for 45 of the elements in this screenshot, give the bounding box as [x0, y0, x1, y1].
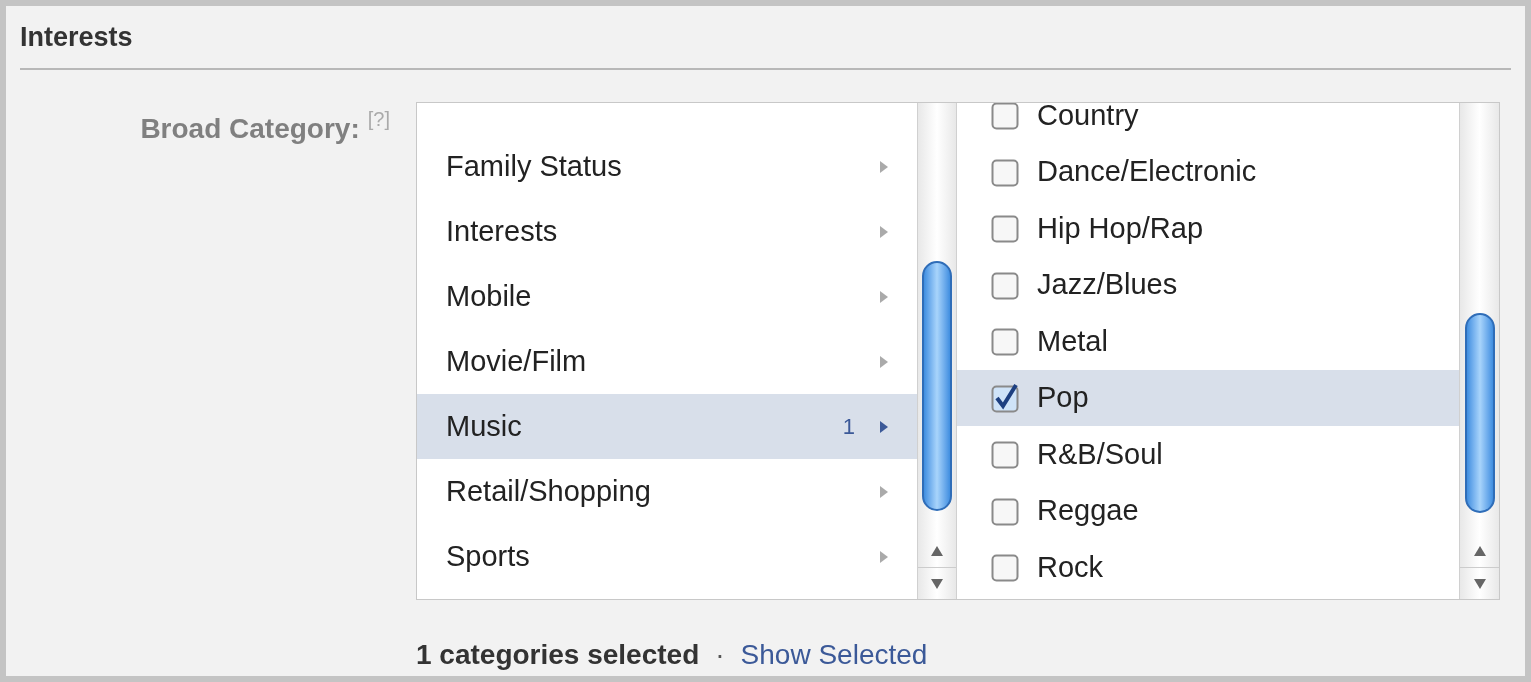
- separator: ·: [715, 638, 725, 672]
- subcategory-label: Jazz/Blues: [1037, 267, 1178, 302]
- checkbox[interactable]: [991, 552, 1021, 583]
- chevron-right-icon: [879, 484, 889, 499]
- category-label: Music: [446, 408, 523, 444]
- chevron-right-icon: [879, 224, 889, 239]
- chevron-right-icon: [879, 289, 889, 304]
- category-item[interactable]: Music 1: [417, 394, 917, 459]
- field-label: Broad Category:: [140, 112, 360, 146]
- subcategory-label: Pop: [1037, 380, 1089, 415]
- subcategory-label: Reggae: [1037, 493, 1139, 528]
- category-label: Sports: [446, 538, 531, 574]
- category-label: Interests: [446, 213, 559, 249]
- subcategory-item[interactable]: Pop: [957, 369, 1459, 426]
- chevron-right-icon: [879, 159, 889, 174]
- chevron-right-icon: [879, 549, 889, 564]
- scrollbar-thumb[interactable]: [1464, 313, 1495, 513]
- scroll-down-icon[interactable]: [931, 578, 943, 589]
- section-title: Interests: [20, 20, 133, 54]
- show-selected-link[interactable]: Show Selected: [740, 634, 928, 676]
- selection-count: 1: [842, 413, 855, 441]
- scroll-down-icon[interactable]: [1473, 578, 1486, 589]
- subcategory-label: Rock: [1037, 549, 1104, 585]
- subcategory-label: Metal: [1037, 323, 1108, 359]
- checkbox[interactable]: [991, 439, 1021, 470]
- chevron-right-icon: [879, 419, 889, 434]
- chevron-right-icon: [879, 354, 889, 369]
- scroll-up-icon[interactable]: [931, 546, 943, 556]
- checkbox[interactable]: [991, 326, 1021, 357]
- subcategory-label: Hip Hop/Rap: [1037, 210, 1204, 246]
- subcategory-label: R&B/Soul: [1037, 436, 1163, 472]
- scroll-up-icon[interactable]: [1473, 546, 1486, 556]
- selection-summary: 1 categories selected: [416, 638, 700, 672]
- subcategory-label: Dance/Electronic: [1037, 154, 1257, 189]
- scrollbar[interactable]: [917, 103, 957, 599]
- category-label: Family Status: [446, 148, 623, 184]
- category-label: Movie/Film: [446, 343, 588, 379]
- subcategory-label: Country: [1037, 103, 1139, 133]
- category-label: Retail/Shopping: [446, 473, 652, 509]
- category-label: Mobile: [446, 278, 533, 314]
- scrollbar-thumb[interactable]: [922, 261, 952, 511]
- checkbox[interactable]: [991, 382, 1021, 413]
- checkbox[interactable]: [991, 213, 1021, 244]
- scrollbar[interactable]: [1459, 103, 1499, 599]
- checkbox[interactable]: [991, 103, 1021, 131]
